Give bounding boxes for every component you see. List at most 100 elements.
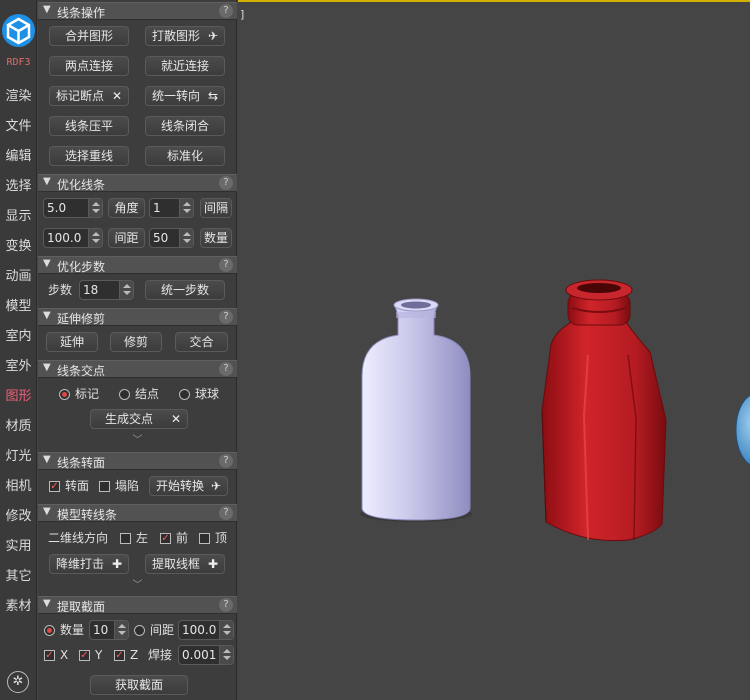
help-icon[interactable]: ? [219, 598, 233, 612]
nav-modify[interactable]: 修改 [0, 505, 37, 524]
help-icon[interactable]: ? [219, 258, 233, 272]
front-checkbox[interactable]: ✓ [160, 533, 171, 544]
blue-sphere-object[interactable] [735, 394, 750, 466]
nav-display[interactable]: 显示 [0, 205, 37, 224]
collapse-arrow-icon: ▼ [43, 310, 51, 321]
spinner-arrows[interactable] [179, 199, 193, 217]
explode-shapes-button[interactable]: 打散图形 ✈ [145, 26, 225, 46]
spinner-arrows[interactable] [219, 646, 233, 664]
white-bottle[interactable] [360, 298, 472, 522]
nav-transform[interactable]: 变换 [0, 235, 37, 254]
nav-light[interactable]: 灯光 [0, 445, 37, 464]
collapse-checkbox[interactable] [99, 481, 110, 492]
count-input[interactable]: 50 [149, 228, 194, 248]
weld-input[interactable]: 0.001 [178, 645, 234, 665]
z-checkbox[interactable]: ✓ [114, 650, 125, 661]
nav-camera[interactable]: 相机 [0, 475, 37, 494]
help-icon[interactable]: ? [219, 4, 233, 18]
steps-input[interactable]: 18 [79, 280, 134, 300]
section-header-extend-trim[interactable]: ▼ 延伸修剪 ? [38, 308, 237, 326]
spinner-arrows[interactable] [179, 229, 193, 247]
spinner-arrows[interactable] [114, 621, 128, 639]
select-overlap-button[interactable]: 选择重线 [49, 146, 129, 166]
spinner-arrows[interactable] [119, 281, 133, 299]
section-header-line-ops[interactable]: ▼ 线条操作 ? [38, 2, 237, 20]
gear-icon[interactable]: ✲ [7, 671, 29, 693]
spacing-button[interactable]: 间距 [108, 228, 145, 248]
extract-wireframe-button[interactable]: 提取线框 ✚ [145, 554, 225, 574]
start-convert-button[interactable]: 开始转换 ✈ [149, 476, 228, 496]
y-checkbox[interactable]: ✓ [79, 650, 90, 661]
face-checkbox[interactable]: ✓ [49, 481, 60, 492]
extend-button[interactable]: 延伸 [46, 332, 98, 352]
sphere-radio[interactable] [179, 389, 190, 400]
unify-steps-button[interactable]: 统一步数 [145, 280, 225, 300]
connect-two-points-button[interactable]: 两点连接 [49, 56, 129, 76]
spinner-arrows[interactable] [219, 621, 233, 639]
trim-button[interactable]: 修剪 [110, 332, 162, 352]
nav-interior[interactable]: 室内 [0, 325, 37, 344]
nav-file[interactable]: 文件 [0, 115, 37, 134]
mark-breakpoints-button[interactable]: 标记断点 ✕ [49, 86, 129, 106]
red-bottle[interactable] [541, 279, 667, 542]
spinner-arrows[interactable] [88, 199, 102, 217]
nav-model[interactable]: 模型 [0, 295, 37, 314]
left-checkbox[interactable] [120, 533, 131, 544]
section-header-optimize[interactable]: ▼ 优化线条 ? [38, 174, 237, 192]
angle-input[interactable]: 5.0 [43, 198, 103, 218]
top-checkbox[interactable] [199, 533, 210, 544]
left-checkbox-label: 左 [136, 531, 149, 545]
plane-icon: ✈ [207, 29, 218, 43]
count-button[interactable]: 数量 [200, 228, 232, 248]
x-checkbox[interactable]: ✓ [44, 650, 55, 661]
3d-viewport[interactable]: ] [238, 0, 750, 700]
collapse-checkbox-label: 塌陷 [115, 479, 140, 493]
help-icon[interactable]: ? [219, 454, 233, 468]
nearby-connect-button[interactable]: 就近连接 [145, 56, 225, 76]
nav-select[interactable]: 选择 [0, 175, 37, 194]
section-header-intersections[interactable]: ▼ 线条交点 ? [38, 360, 237, 378]
nav-exterior[interactable]: 室外 [0, 355, 37, 374]
close-lines-button[interactable]: 线条闭合 [145, 116, 225, 136]
nav-utility[interactable]: 实用 [0, 535, 37, 554]
flatten-lines-button[interactable]: 线条压平 [49, 116, 129, 136]
intersect-button[interactable]: 交合 [175, 332, 228, 352]
help-icon[interactable]: ? [219, 176, 233, 190]
spinner-arrows[interactable] [88, 229, 102, 247]
section-count-input[interactable]: 10 [89, 620, 129, 640]
reduce-dimension-button[interactable]: 降维打击 ✚ [49, 554, 129, 574]
section-header-opt-steps[interactable]: ▼ 优化步数 ? [38, 256, 237, 274]
nav-other[interactable]: 其它 [0, 565, 37, 584]
nav-render[interactable]: 渲染 [0, 85, 37, 104]
section-header-extract-section[interactable]: ▼ 提取截面 ? [38, 596, 237, 614]
nav-shapes[interactable]: 图形 [0, 385, 37, 404]
close-icon: ✕ [111, 89, 122, 103]
app-logo-icon[interactable] [2, 14, 35, 47]
nav-edit[interactable]: 编辑 [0, 145, 37, 164]
section-header-line-to-face[interactable]: ▼ 线条转面 ? [38, 452, 237, 470]
unify-direction-button[interactable]: 统一转向 ⇆ [145, 86, 225, 106]
nav-material[interactable]: 材质 [0, 415, 37, 434]
generate-intersections-button[interactable]: 生成交点 ✕ [90, 409, 188, 429]
mark-radio[interactable] [59, 389, 70, 400]
spacing-input[interactable]: 100.0 [43, 228, 103, 248]
interval-button[interactable]: 间隔 [200, 198, 232, 218]
expand-chevron-icon[interactable]: ﹀ [38, 581, 237, 593]
expand-chevron-icon[interactable]: ﹀ [38, 436, 237, 448]
help-icon[interactable]: ? [219, 506, 233, 520]
help-icon[interactable]: ? [219, 362, 233, 376]
vertex-radio[interactable] [119, 389, 130, 400]
get-section-button[interactable]: 获取截面 [90, 675, 188, 695]
nav-animation[interactable]: 动画 [0, 265, 37, 284]
interval-input[interactable]: 1 [149, 198, 194, 218]
normalize-button[interactable]: 标准化 [145, 146, 225, 166]
collapse-arrow-icon: ▼ [43, 598, 51, 609]
angle-button[interactable]: 角度 [108, 198, 145, 218]
merge-shapes-button[interactable]: 合并图形 [49, 26, 129, 46]
spacing-radio[interactable] [134, 625, 145, 636]
section-header-model-to-line[interactable]: ▼ 模型转线条 ? [38, 504, 237, 522]
count-radio[interactable] [44, 625, 55, 636]
help-icon[interactable]: ? [219, 310, 233, 324]
nav-assets[interactable]: 素材 [0, 595, 37, 614]
section-spacing-input[interactable]: 100.0 [178, 620, 234, 640]
